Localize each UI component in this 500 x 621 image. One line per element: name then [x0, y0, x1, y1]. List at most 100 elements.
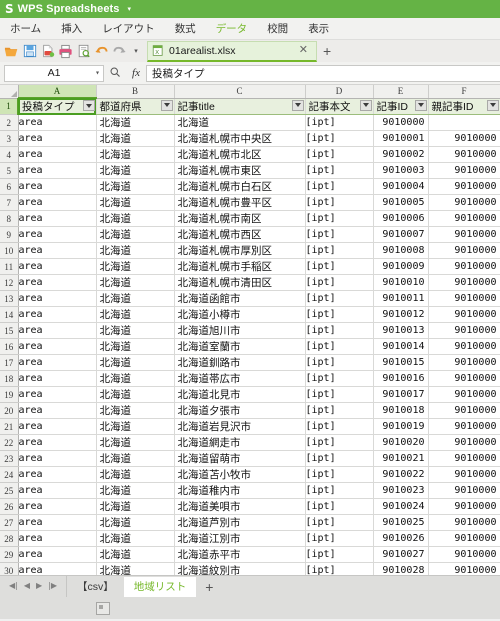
cell-b19[interactable]: 北海道: [96, 386, 175, 403]
cell-f27[interactable]: 9010000: [428, 514, 500, 531]
cell-a19[interactable]: area: [18, 386, 97, 403]
column-header-e[interactable]: E: [373, 85, 429, 99]
cell-c26[interactable]: 北海道美唄市: [174, 498, 306, 515]
cell-b1[interactable]: 都道府県: [96, 98, 175, 115]
cell-d6[interactable]: [ipt]: [305, 178, 374, 195]
cell-e3[interactable]: 9010001: [373, 130, 429, 147]
cell-d26[interactable]: [ipt]: [305, 498, 374, 515]
row-header-8[interactable]: 8: [0, 210, 19, 227]
cell-a23[interactable]: area: [18, 450, 97, 467]
close-icon[interactable]: ✕: [296, 45, 311, 56]
cell-b8[interactable]: 北海道: [96, 210, 175, 227]
cell-e19[interactable]: 9010017: [373, 386, 429, 403]
cell-b10[interactable]: 北海道: [96, 242, 175, 259]
sheet-tab-arealist[interactable]: 地域リスト: [123, 577, 197, 597]
cell-b23[interactable]: 北海道: [96, 450, 175, 467]
row-header-2[interactable]: 2: [0, 114, 19, 131]
cell-c19[interactable]: 北海道北見市: [174, 386, 306, 403]
select-all-corner[interactable]: [0, 85, 19, 99]
cell-d18[interactable]: [ipt]: [305, 370, 374, 387]
cell-e30[interactable]: 9010028: [373, 562, 429, 575]
cell-f10[interactable]: 9010000: [428, 242, 500, 259]
row-header-5[interactable]: 5: [0, 162, 19, 179]
print-preview-icon[interactable]: [75, 43, 92, 60]
row-header-1[interactable]: 1: [0, 98, 19, 115]
first-sheet-icon[interactable]: ◀|: [6, 582, 21, 590]
cell-b5[interactable]: 北海道: [96, 162, 175, 179]
cell-d27[interactable]: [ipt]: [305, 514, 374, 531]
cell-c7[interactable]: 北海道札幌市豊平区: [174, 194, 306, 211]
cell-d30[interactable]: [ipt]: [305, 562, 374, 575]
row-header-18[interactable]: 18: [0, 370, 19, 387]
cell-b30[interactable]: 北海道: [96, 562, 175, 575]
cell-c10[interactable]: 北海道札幌市厚別区: [174, 242, 306, 259]
cell-a14[interactable]: area: [18, 306, 97, 323]
cell-e4[interactable]: 9010002: [373, 146, 429, 163]
cell-e8[interactable]: 9010006: [373, 210, 429, 227]
cell-d16[interactable]: [ipt]: [305, 338, 374, 355]
filter-dropdown-f[interactable]: [486, 99, 499, 111]
filter-dropdown-a[interactable]: [82, 100, 95, 111]
cell-f19[interactable]: 9010000: [428, 386, 500, 403]
cell-d29[interactable]: [ipt]: [305, 546, 374, 563]
cell-e20[interactable]: 9010018: [373, 402, 429, 419]
cell-c23[interactable]: 北海道留萌市: [174, 450, 306, 467]
redo-icon[interactable]: [111, 43, 128, 60]
cell-e29[interactable]: 9010027: [373, 546, 429, 563]
cell-a26[interactable]: area: [18, 498, 97, 515]
row-header-6[interactable]: 6: [0, 178, 19, 195]
row-header-21[interactable]: 21: [0, 418, 19, 435]
cell-d13[interactable]: [ipt]: [305, 290, 374, 307]
cell-c4[interactable]: 北海道札幌市北区: [174, 146, 306, 163]
row-header-30[interactable]: 30: [0, 562, 19, 575]
row-header-25[interactable]: 25: [0, 482, 19, 499]
cell-d28[interactable]: [ipt]: [305, 530, 374, 547]
cell-b9[interactable]: 北海道: [96, 226, 175, 243]
cell-b17[interactable]: 北海道: [96, 354, 175, 371]
row-header-29[interactable]: 29: [0, 546, 19, 563]
row-header-9[interactable]: 9: [0, 226, 19, 243]
print-icon[interactable]: [57, 43, 74, 60]
ribbon-tab-review[interactable]: 校閲: [257, 18, 298, 40]
cell-c5[interactable]: 北海道札幌市東区: [174, 162, 306, 179]
cell-c18[interactable]: 北海道帯広市: [174, 370, 306, 387]
row-header-12[interactable]: 12: [0, 274, 19, 291]
cell-e2[interactable]: 9010000: [373, 114, 429, 131]
cell-c30[interactable]: 北海道紋別市: [174, 562, 306, 575]
cell-f14[interactable]: 9010000: [428, 306, 500, 323]
cell-c14[interactable]: 北海道小樽市: [174, 306, 306, 323]
cell-c12[interactable]: 北海道札幌市清田区: [174, 274, 306, 291]
cell-f3[interactable]: 9010000: [428, 130, 500, 147]
search-icon[interactable]: [104, 66, 126, 81]
cell-f2[interactable]: [428, 114, 500, 131]
cell-f4[interactable]: 9010000: [428, 146, 500, 163]
cell-f24[interactable]: 9010000: [428, 466, 500, 483]
row-header-3[interactable]: 3: [0, 130, 19, 147]
cell-a20[interactable]: area: [18, 402, 97, 419]
file-tab-01arealist[interactable]: X 01arealist.xlsx ✕: [147, 40, 317, 62]
cell-e10[interactable]: 9010008: [373, 242, 429, 259]
cell-a27[interactable]: area: [18, 514, 97, 531]
cell-e24[interactable]: 9010022: [373, 466, 429, 483]
cell-f1[interactable]: 親記事ID: [428, 98, 500, 115]
cell-a12[interactable]: area: [18, 274, 97, 291]
cell-a28[interactable]: area: [18, 530, 97, 547]
row-header-26[interactable]: 26: [0, 498, 19, 515]
cell-b28[interactable]: 北海道: [96, 530, 175, 547]
title-dropdown-icon[interactable]: ▾: [128, 6, 132, 13]
row-header-20[interactable]: 20: [0, 402, 19, 419]
cell-f8[interactable]: 9010000: [428, 210, 500, 227]
cell-a6[interactable]: area: [18, 178, 97, 195]
column-header-d[interactable]: D: [305, 85, 374, 99]
filter-dropdown-c[interactable]: [291, 99, 304, 111]
cell-a7[interactable]: area: [18, 194, 97, 211]
cell-a15[interactable]: area: [18, 322, 97, 339]
cell-e15[interactable]: 9010013: [373, 322, 429, 339]
cell-b7[interactable]: 北海道: [96, 194, 175, 211]
cell-e21[interactable]: 9010019: [373, 418, 429, 435]
row-header-28[interactable]: 28: [0, 530, 19, 547]
ribbon-tab-home[interactable]: ホーム: [0, 18, 51, 40]
cell-f22[interactable]: 9010000: [428, 434, 500, 451]
row-header-24[interactable]: 24: [0, 466, 19, 483]
cell-b4[interactable]: 北海道: [96, 146, 175, 163]
